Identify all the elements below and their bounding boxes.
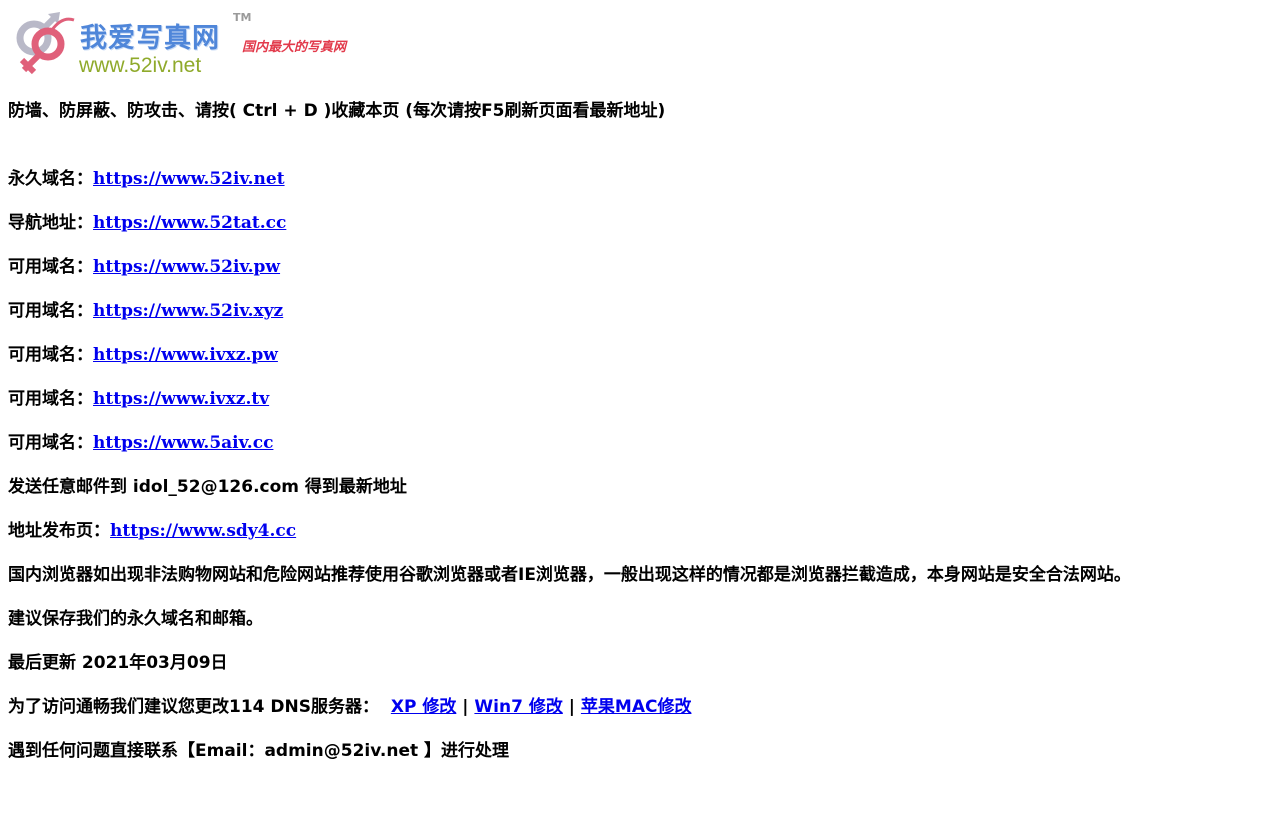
browser-notice: 国内浏览器如出现非法购物网站和危险网站推荐使用谷歌浏览器或者IE浏览器，一般出现…	[8, 565, 1131, 585]
contact-notice: 遇到任何问题直接联系【Email：admin@52iv.net 】进行处理	[8, 741, 510, 761]
dns-xp-link[interactable]: XP 修改	[391, 697, 457, 717]
domain-link[interactable]: https://www.52iv.xyz	[93, 301, 283, 321]
logo-url: www.52iv.net	[79, 54, 202, 77]
dns-text: 为了访问通畅我们建议您更改114 DNS服务器：	[8, 697, 379, 717]
logo-slogan: 国内最大的写真网	[242, 40, 347, 55]
dns-win7-link[interactable]: Win7 修改	[474, 697, 562, 717]
save-notice: 建议保存我们的永久域名和邮箱。	[8, 609, 263, 629]
gender-symbols-logo-icon	[16, 12, 75, 75]
domain-label: 导航地址：	[8, 213, 93, 233]
dns-mac-link[interactable]: 苹果MAC修改	[581, 697, 692, 717]
dns-separator: |	[462, 697, 469, 717]
bookmark-notice: 防墙、防屏蔽、防攻击、请按( Ctrl + D )收藏本页 (每次请按F5刷新页…	[8, 101, 666, 121]
domain-label: 永久域名：	[8, 169, 93, 189]
domain-link[interactable]: https://www.52iv.pw	[93, 257, 280, 277]
site-logo[interactable]: 我爱写真网 TM 国内最大的写真网 www.52iv.net	[8, 8, 388, 80]
domain-row-available: 可用域名：https://www.ivxz.pw	[8, 344, 1258, 388]
domain-link[interactable]: https://www.5aiv.cc	[93, 433, 273, 453]
domain-label: 可用域名：	[8, 389, 93, 409]
main-content: 防墙、防屏蔽、防攻击、请按( Ctrl + D )收藏本页 (每次请按F5刷新页…	[8, 100, 1258, 784]
domain-row-available: 可用域名：https://www.ivxz.tv	[8, 388, 1258, 432]
domain-row-available: 可用域名：https://www.52iv.pw	[8, 256, 1258, 300]
last-update: 最后更新 2021年03月09日	[8, 653, 228, 673]
email-notice: 发送任意邮件到 idol_52@126.com 得到最新地址	[8, 477, 407, 497]
domain-row-permanent: 永久域名：https://www.52iv.net	[8, 168, 1258, 212]
domain-link[interactable]: https://www.52iv.net	[93, 169, 285, 189]
logo-trademark: TM	[233, 11, 252, 24]
domain-link[interactable]: https://www.52tat.cc	[93, 213, 286, 233]
domain-link[interactable]: https://www.ivxz.tv	[93, 389, 269, 409]
logo-title: 我爱写真网	[80, 23, 220, 54]
domain-link[interactable]: https://www.ivxz.pw	[93, 345, 278, 365]
publish-label: 地址发布页：	[8, 521, 110, 541]
domain-label: 可用域名：	[8, 257, 93, 277]
domain-label: 可用域名：	[8, 301, 93, 321]
domain-row-available: 可用域名：https://www.5aiv.cc	[8, 432, 1258, 476]
publish-page-row: 地址发布页：https://www.sdy4.cc	[8, 520, 1258, 564]
domain-row-available: 可用域名：https://www.52iv.xyz	[8, 300, 1258, 344]
domain-label: 可用域名：	[8, 345, 93, 365]
publish-link[interactable]: https://www.sdy4.cc	[110, 521, 296, 541]
dns-separator: |	[568, 697, 575, 717]
dns-row: 为了访问通畅我们建议您更改114 DNS服务器： XP 修改 | Win7 修改…	[8, 696, 1258, 740]
domain-label: 可用域名：	[8, 433, 93, 453]
domain-row-navigation: 导航地址：https://www.52tat.cc	[8, 212, 1258, 256]
